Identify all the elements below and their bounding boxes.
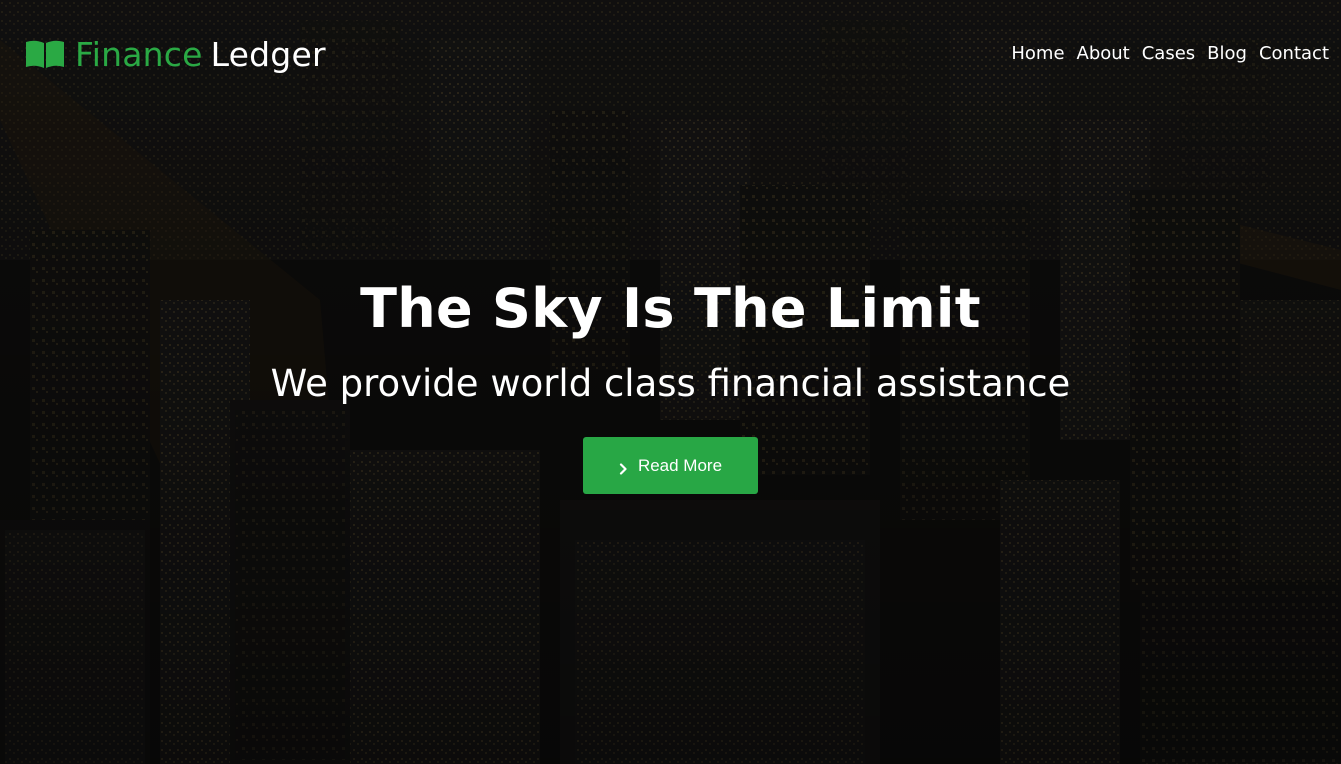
hero-content: The Sky Is The Limit We provide world cl… [0, 276, 1341, 494]
brand-name: Finance Ledger [75, 38, 326, 71]
open-book-icon [25, 39, 65, 69]
chevron-right-icon [619, 460, 628, 475]
read-more-button[interactable]: Read More [583, 437, 758, 494]
hero-headline: The Sky Is The Limit [360, 277, 981, 340]
main-nav: Home About Cases Blog Contact [1011, 43, 1329, 65]
nav-home[interactable]: Home [1011, 43, 1064, 65]
nav-about[interactable]: About [1077, 43, 1130, 65]
read-more-label: Read More [637, 455, 723, 475]
nav-cases[interactable]: Cases [1142, 43, 1195, 65]
brand-logo[interactable]: Finance Ledger [25, 33, 326, 75]
brand-name-first: Finance [75, 34, 203, 74]
hero-subheadline: We provide world class financial assista… [270, 362, 1071, 405]
brand-name-second: Ledger [210, 34, 326, 74]
nav-contact[interactable]: Contact [1259, 43, 1329, 65]
hero-section: Finance Ledger Home About Cases Blog Cont… [0, 0, 1341, 764]
nav-blog[interactable]: Blog [1207, 43, 1247, 65]
